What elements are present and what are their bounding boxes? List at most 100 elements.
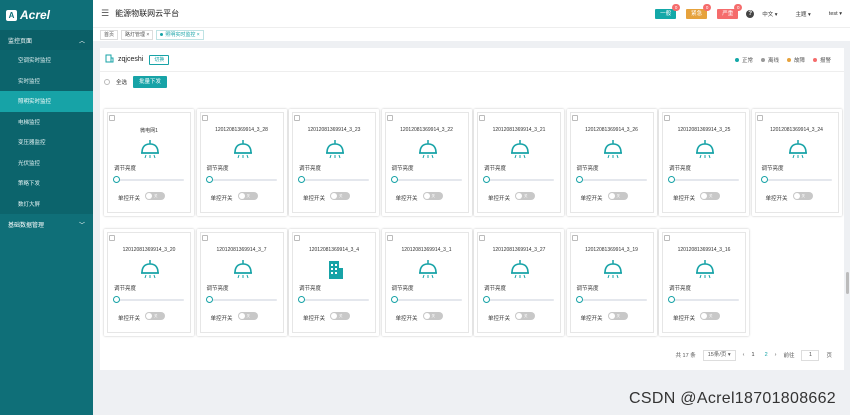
scrollbar[interactable] [846, 272, 849, 294]
sidebar-item[interactable]: 实时监控 [0, 70, 93, 91]
light-card[interactable]: 微电网1 调节亮度 单控开关关 [104, 109, 194, 216]
slider-handle[interactable] [113, 176, 120, 183]
sidebar-item[interactable]: 变压器监控 [0, 132, 93, 153]
slider-handle[interactable] [575, 296, 583, 303]
menu-toggle-icon[interactable]: ☰ [101, 8, 109, 19]
power-toggle[interactable]: 关 [237, 192, 258, 200]
slider-handle[interactable] [483, 296, 490, 303]
card-checkbox[interactable] [386, 235, 393, 241]
power-toggle[interactable]: 关 [607, 312, 628, 320]
slider-handle[interactable] [113, 296, 120, 303]
batch-send-button[interactable]: 批量下发 [133, 76, 168, 88]
language-select[interactable]: 中文 ▾ [762, 10, 777, 18]
card-checkbox[interactable] [664, 235, 670, 241]
brightness-slider[interactable] [116, 179, 184, 181]
alarm-badge[interactable]: 一般 0 [655, 3, 681, 19]
help-icon[interactable]: ? [746, 9, 755, 18]
brightness-slider[interactable] [671, 179, 739, 181]
light-card[interactable]: 12012081369914_3_7 调节亮度 单控开关关 [196, 229, 287, 336]
brightness-slider[interactable] [208, 179, 277, 181]
user-menu[interactable]: test ▾ [829, 11, 842, 17]
select-all-checkbox[interactable] [104, 79, 110, 85]
sidebar-item[interactable]: 电梯监控 [0, 111, 93, 132]
brightness-slider[interactable] [116, 299, 184, 301]
light-card[interactable]: 12012081369914_3_1 调节亮度 单控开关关 [381, 229, 472, 336]
brightness-slider[interactable] [301, 299, 369, 301]
light-card[interactable]: 12012081369914_3_21 调节亮度 单控开关关 [474, 109, 564, 216]
power-toggle[interactable]: 关 [237, 312, 258, 320]
slider-handle[interactable] [668, 176, 675, 183]
page-size-select[interactable]: 15条/页 ▾ [702, 349, 736, 361]
sidebar-item[interactable]: 数灯大屏 [0, 193, 93, 214]
power-toggle[interactable]: 关 [700, 192, 720, 200]
tag-policy[interactable]: 路灯管理 × [121, 29, 154, 40]
switch-site-button[interactable]: 切换 [149, 54, 170, 65]
brightness-slider[interactable] [671, 299, 739, 301]
card-checkbox[interactable] [201, 115, 208, 121]
slider-handle[interactable] [205, 176, 213, 183]
card-checkbox[interactable] [294, 115, 300, 121]
sidebar-item[interactable]: 策略下发 [0, 173, 93, 194]
light-card[interactable]: 12012081369914_3_22 调节亮度 单控开关关 [381, 109, 472, 216]
slider-handle[interactable] [298, 176, 305, 183]
brightness-slider[interactable] [393, 179, 462, 181]
light-card[interactable]: 12012081369914_3_28 调节亮度 单控开关关 [196, 109, 287, 216]
tag-current[interactable]: 照明实时监控 × [156, 29, 204, 40]
slider-handle[interactable] [205, 296, 213, 303]
brightness-slider[interactable] [486, 299, 554, 301]
card-checkbox[interactable] [479, 115, 485, 121]
slider-handle[interactable] [298, 296, 305, 303]
page-number[interactable]: 2 [765, 352, 768, 358]
alarm-badge[interactable]: 严重 0 [717, 3, 743, 19]
light-card[interactable]: 12012081369914_3_24 调节亮度 单控开关关 [751, 109, 842, 216]
sidebar-item[interactable]: 照明实时监控 [0, 91, 93, 112]
power-toggle[interactable]: 关 [145, 312, 165, 320]
power-toggle[interactable]: 关 [145, 192, 165, 200]
card-checkbox[interactable] [201, 235, 208, 241]
card-checkbox[interactable] [664, 115, 670, 121]
power-toggle[interactable]: 关 [422, 312, 443, 320]
prev-page-button[interactable]: ‹ [743, 352, 745, 358]
light-card[interactable]: 12012081369914_3_27 调节亮度 单控开关关 [474, 229, 564, 336]
brightness-slider[interactable] [301, 179, 369, 181]
sidebar-item[interactable]: 空调实时监控 [0, 50, 93, 71]
brightness-slider[interactable] [578, 299, 647, 301]
tag-home[interactable]: 首页 [100, 29, 119, 40]
power-toggle[interactable]: 关 [792, 192, 813, 200]
power-toggle[interactable]: 关 [422, 192, 443, 200]
slider-handle[interactable] [390, 176, 398, 183]
theme-select[interactable]: 主题 ▾ [796, 10, 811, 18]
card-checkbox[interactable] [109, 115, 115, 121]
light-card[interactable]: 12012081369914_3_23 调节亮度 单控开关关 [289, 109, 379, 216]
card-checkbox[interactable] [109, 235, 115, 241]
light-card[interactable]: 12012081369914_3_25 调节亮度 单控开关关 [659, 109, 749, 216]
power-toggle[interactable]: 关 [607, 192, 628, 200]
page-number[interactable]: 1 [752, 352, 755, 358]
card-checkbox[interactable] [294, 235, 300, 241]
power-toggle[interactable]: 关 [515, 192, 535, 200]
power-toggle[interactable]: 关 [330, 312, 350, 320]
alarm-badge[interactable]: 紧急 0 [686, 3, 712, 19]
light-card[interactable]: 12012081369914_3_26 调节亮度 单控开关关 [566, 109, 657, 216]
next-page-button[interactable]: › [775, 352, 777, 358]
brightness-slider[interactable] [208, 299, 277, 301]
menu-group-monitor[interactable]: 监控页面 ︿ [0, 30, 93, 50]
card-checkbox[interactable] [571, 115, 578, 121]
power-toggle[interactable]: 关 [330, 192, 350, 200]
brightness-slider[interactable] [763, 179, 832, 181]
brightness-slider[interactable] [486, 179, 554, 181]
card-checkbox[interactable] [756, 115, 763, 121]
power-toggle[interactable]: 关 [700, 312, 720, 320]
light-card[interactable]: 12012081369914_3_20 调节亮度 单控开关关 [104, 229, 194, 336]
light-card[interactable]: 12012081369914_3_4 调节亮度 单控开关关 [289, 229, 379, 336]
light-card[interactable]: 12012081369914_3_19 调节亮度 单控开关关 [566, 229, 657, 336]
slider-handle[interactable] [483, 176, 490, 183]
card-checkbox[interactable] [479, 235, 485, 241]
brightness-slider[interactable] [393, 299, 462, 301]
card-checkbox[interactable] [571, 235, 578, 241]
slider-handle[interactable] [390, 296, 398, 303]
brightness-slider[interactable] [578, 179, 647, 181]
light-card[interactable]: 12012081369914_3_16 调节亮度 单控开关关 [659, 229, 749, 336]
menu-group-basic-data[interactable]: 基础数据管理 ﹀ [0, 214, 93, 234]
sidebar-item[interactable]: 光伏监控 [0, 152, 93, 173]
